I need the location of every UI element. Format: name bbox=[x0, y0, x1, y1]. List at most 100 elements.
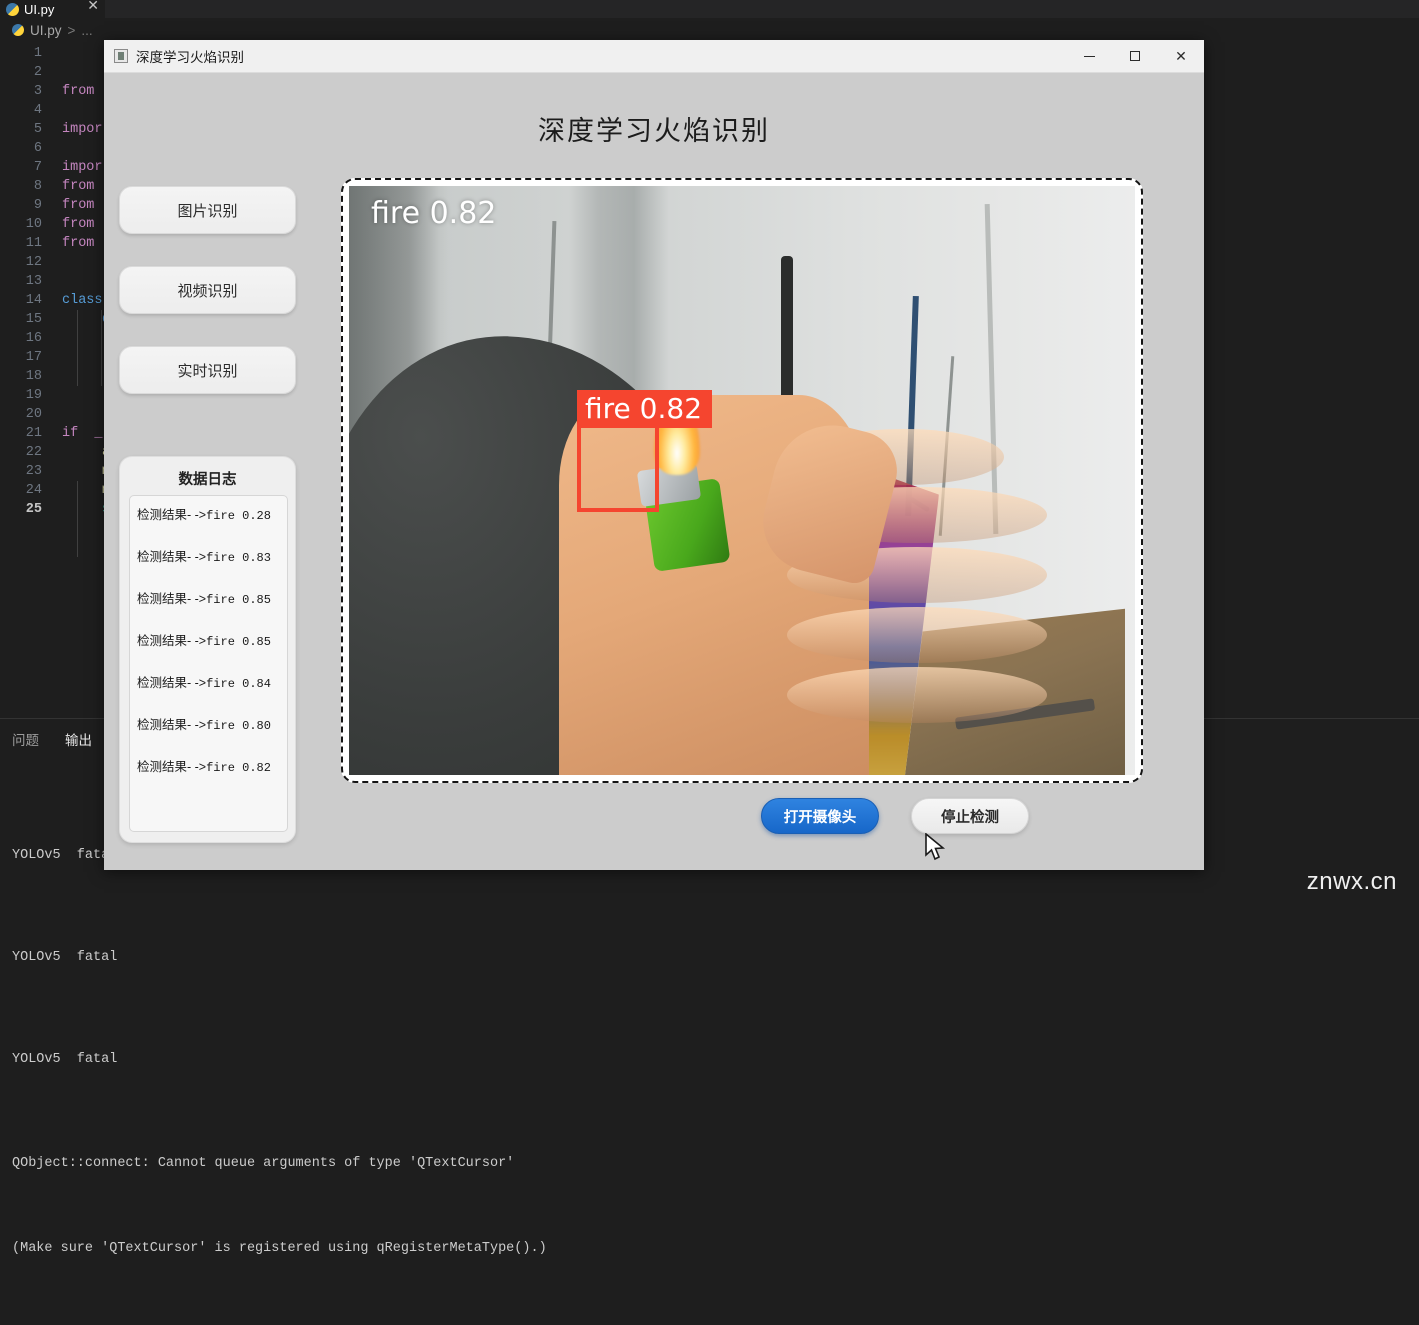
minimize-icon bbox=[1084, 56, 1095, 57]
breadcrumb-more[interactable]: ... bbox=[81, 23, 92, 38]
line-number: 2 bbox=[16, 63, 42, 82]
code-text: if _ bbox=[62, 424, 103, 443]
button-label: 停止检测 bbox=[941, 806, 999, 827]
chevron-right-icon: > bbox=[68, 23, 76, 38]
maximize-button[interactable] bbox=[1112, 40, 1158, 73]
button-label: 打开摄像头 bbox=[784, 806, 857, 827]
detection-bbox-label: fire 0.82 bbox=[577, 390, 712, 428]
stop-detection-button[interactable]: 停止检测 bbox=[911, 798, 1029, 834]
minimize-button[interactable] bbox=[1066, 40, 1112, 73]
line-number: 16 bbox=[16, 329, 42, 348]
list-item: 检测结果- ->fire 0.83 bbox=[130, 546, 287, 588]
line-number: 11 bbox=[16, 234, 42, 253]
line-number: 6 bbox=[16, 139, 42, 158]
breadcrumb[interactable]: UI.py > ... bbox=[12, 19, 93, 41]
tab-output[interactable]: 输出 bbox=[65, 729, 92, 749]
code-text: from bbox=[62, 82, 94, 101]
image-recognition-button[interactable]: 图片识别 bbox=[119, 186, 296, 234]
breadcrumb-file[interactable]: UI.py bbox=[30, 23, 62, 38]
window-titlebar[interactable]: 深度学习火焰识别 ✕ bbox=[104, 40, 1204, 73]
line-number: 4 bbox=[16, 101, 42, 120]
line-number: 8 bbox=[16, 177, 42, 196]
button-label: 实时识别 bbox=[177, 360, 237, 381]
line-number: 7 bbox=[16, 158, 42, 177]
line-number: 5 bbox=[16, 120, 42, 139]
line-number: 10 bbox=[16, 215, 42, 234]
code-text: impor bbox=[62, 120, 103, 139]
log-value: fire 0.84 bbox=[206, 677, 271, 691]
window-title: 深度学习火焰识别 bbox=[136, 46, 244, 66]
list-item: 检测结果- ->fire 0.84 bbox=[130, 672, 287, 714]
log-prefix: 检测结果- -> bbox=[137, 550, 206, 564]
line-number: 3 bbox=[16, 82, 42, 101]
python-file-icon bbox=[12, 24, 24, 36]
line-number: 21 bbox=[16, 424, 42, 443]
list-item: 检测结果- ->fire 0.85 bbox=[130, 630, 287, 672]
line-number: 14 bbox=[16, 291, 42, 310]
hanging-tool-icon bbox=[781, 256, 793, 416]
video-recognition-button[interactable]: 视频识别 bbox=[119, 266, 296, 314]
detection-overlay-label: fire 0.82 bbox=[371, 196, 496, 231]
data-log-panel: 数据日志 检测结果- ->fire 0.28 检测结果- ->fire 0.83… bbox=[119, 456, 296, 843]
video-preview-frame: fire 0.82 fire 0.82 bbox=[341, 178, 1143, 783]
close-button[interactable]: ✕ bbox=[1158, 40, 1204, 73]
line-number: 15 bbox=[16, 310, 42, 329]
code-text: from bbox=[62, 177, 94, 196]
line-number: 22 bbox=[16, 443, 42, 462]
output-error-line-1: QObject::connect: Cannot queue arguments… bbox=[12, 1155, 1419, 1172]
list-item: 检测结果- ->fire 0.28 bbox=[130, 504, 287, 546]
line-number: 12 bbox=[16, 253, 42, 272]
list-item: 检测结果- ->fire 0.82 bbox=[130, 756, 287, 798]
log-prefix: 检测结果- -> bbox=[137, 676, 206, 690]
line-number: 18 bbox=[16, 367, 42, 386]
app-icon bbox=[114, 49, 128, 63]
log-value: fire 0.82 bbox=[206, 761, 271, 775]
code-text: impor bbox=[62, 158, 103, 177]
log-value: fire 0.85 bbox=[206, 593, 271, 607]
line-number: 19 bbox=[16, 386, 42, 405]
log-value: fire 0.80 bbox=[206, 719, 271, 733]
maximize-icon bbox=[1130, 51, 1140, 61]
code-text: class bbox=[62, 291, 103, 310]
editor-tab-ui-py[interactable]: UI.py ✕ bbox=[0, 0, 105, 18]
page-title: 深度学习火焰识别 bbox=[104, 109, 1204, 148]
tab-problems[interactable]: 问题 bbox=[12, 729, 39, 749]
button-label: 视频识别 bbox=[177, 280, 237, 301]
realtime-recognition-button[interactable]: 实时识别 bbox=[119, 346, 296, 394]
open-camera-button[interactable]: 打开摄像头 bbox=[761, 798, 879, 834]
output-line: YOLOv5 fatal bbox=[12, 941, 1419, 975]
detection-bounding-box: fire 0.82 bbox=[577, 424, 659, 512]
line-number: 24 bbox=[16, 481, 42, 500]
python-file-icon bbox=[6, 3, 19, 16]
close-icon[interactable]: ✕ bbox=[87, 0, 99, 14]
editor-tab-label: UI.py bbox=[24, 2, 54, 17]
log-value: fire 0.85 bbox=[206, 635, 271, 649]
data-log-list[interactable]: 检测结果- ->fire 0.28 检测结果- ->fire 0.83 检测结果… bbox=[129, 495, 288, 832]
log-prefix: 检测结果- -> bbox=[137, 592, 206, 606]
fire-detection-window: 深度学习火焰识别 ✕ 深度学习火焰识别 图片识别 视频识别 实时识别 数据日志 … bbox=[104, 40, 1204, 870]
code-text: from bbox=[62, 196, 94, 215]
line-number: 23 bbox=[16, 462, 42, 481]
log-value: fire 0.28 bbox=[206, 509, 271, 523]
camera-feed: fire 0.82 fire 0.82 bbox=[349, 186, 1135, 775]
button-label: 图片识别 bbox=[177, 200, 237, 221]
line-number: 20 bbox=[16, 405, 42, 424]
data-log-title: 数据日志 bbox=[120, 457, 295, 489]
close-icon: ✕ bbox=[1175, 48, 1187, 65]
log-prefix: 检测结果- -> bbox=[137, 508, 206, 522]
line-number: 13 bbox=[16, 272, 42, 291]
line-number: 1 bbox=[16, 44, 42, 63]
watermark: znwx.cn bbox=[1307, 868, 1397, 896]
log-prefix: 检测结果- -> bbox=[137, 718, 206, 732]
line-number: 9 bbox=[16, 196, 42, 215]
log-prefix: 检测结果- -> bbox=[137, 634, 206, 648]
app-body: 深度学习火焰识别 图片识别 视频识别 实时识别 数据日志 检测结果- ->fir… bbox=[104, 73, 1204, 870]
line-number: 17 bbox=[16, 348, 42, 367]
code-text: from bbox=[62, 215, 94, 234]
output-error-line-2: (Make sure 'QTextCursor' is registered u… bbox=[12, 1240, 1419, 1257]
knuckle bbox=[787, 607, 1047, 663]
panel-tabs[interactable]: 问题 输出 bbox=[12, 729, 92, 749]
code-text: from bbox=[62, 234, 94, 253]
line-number: 25 bbox=[16, 500, 42, 519]
knuckle bbox=[787, 667, 1047, 723]
